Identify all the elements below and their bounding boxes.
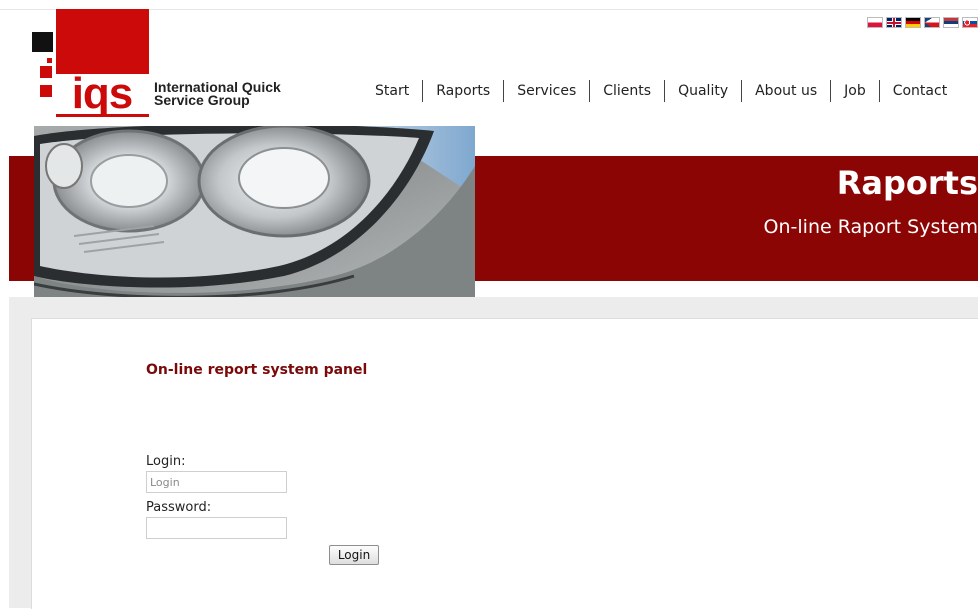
nav-contact[interactable]: Contact [880,83,960,99]
main-nav: Start Raports Services Clients Quality A… [362,78,960,104]
logo-red-square-top [40,66,52,78]
banner-title: Raports [836,164,978,202]
login-button[interactable]: Login [329,545,379,565]
logo-red-dot [47,58,52,63]
password-input[interactable] [146,517,287,539]
company-name: International Quick Service Group [154,80,304,108]
uk-flag-icon[interactable] [886,17,902,28]
cz-flag-icon[interactable] [924,17,940,28]
language-flags [867,17,978,28]
nav-about-us[interactable]: About us [742,83,830,99]
headlight-photo [34,126,475,304]
de-flag-icon[interactable] [905,17,921,28]
login-input[interactable] [146,471,287,493]
panel-title: On-line report system panel [146,362,368,378]
logo-wordmark: iqs [55,74,149,114]
nav-start[interactable]: Start [362,83,422,99]
nav-raports[interactable]: Raports [423,83,503,99]
login-label: Login: [146,454,186,469]
sk-flag-icon[interactable] [962,17,978,28]
logo-red-square-bottom [40,85,52,97]
nav-job[interactable]: Job [831,83,879,99]
pl-flag-icon[interactable] [867,17,883,28]
nav-services[interactable]: Services [504,83,589,99]
banner-subtitle: On-line Raport System [763,216,978,238]
nav-quality[interactable]: Quality [665,83,741,99]
nav-clients[interactable]: Clients [590,83,664,99]
logo-black-square [32,32,53,52]
rs-flag-icon[interactable] [943,17,959,28]
company-name-line2: Service Group [154,92,250,108]
password-label: Password: [146,500,212,515]
